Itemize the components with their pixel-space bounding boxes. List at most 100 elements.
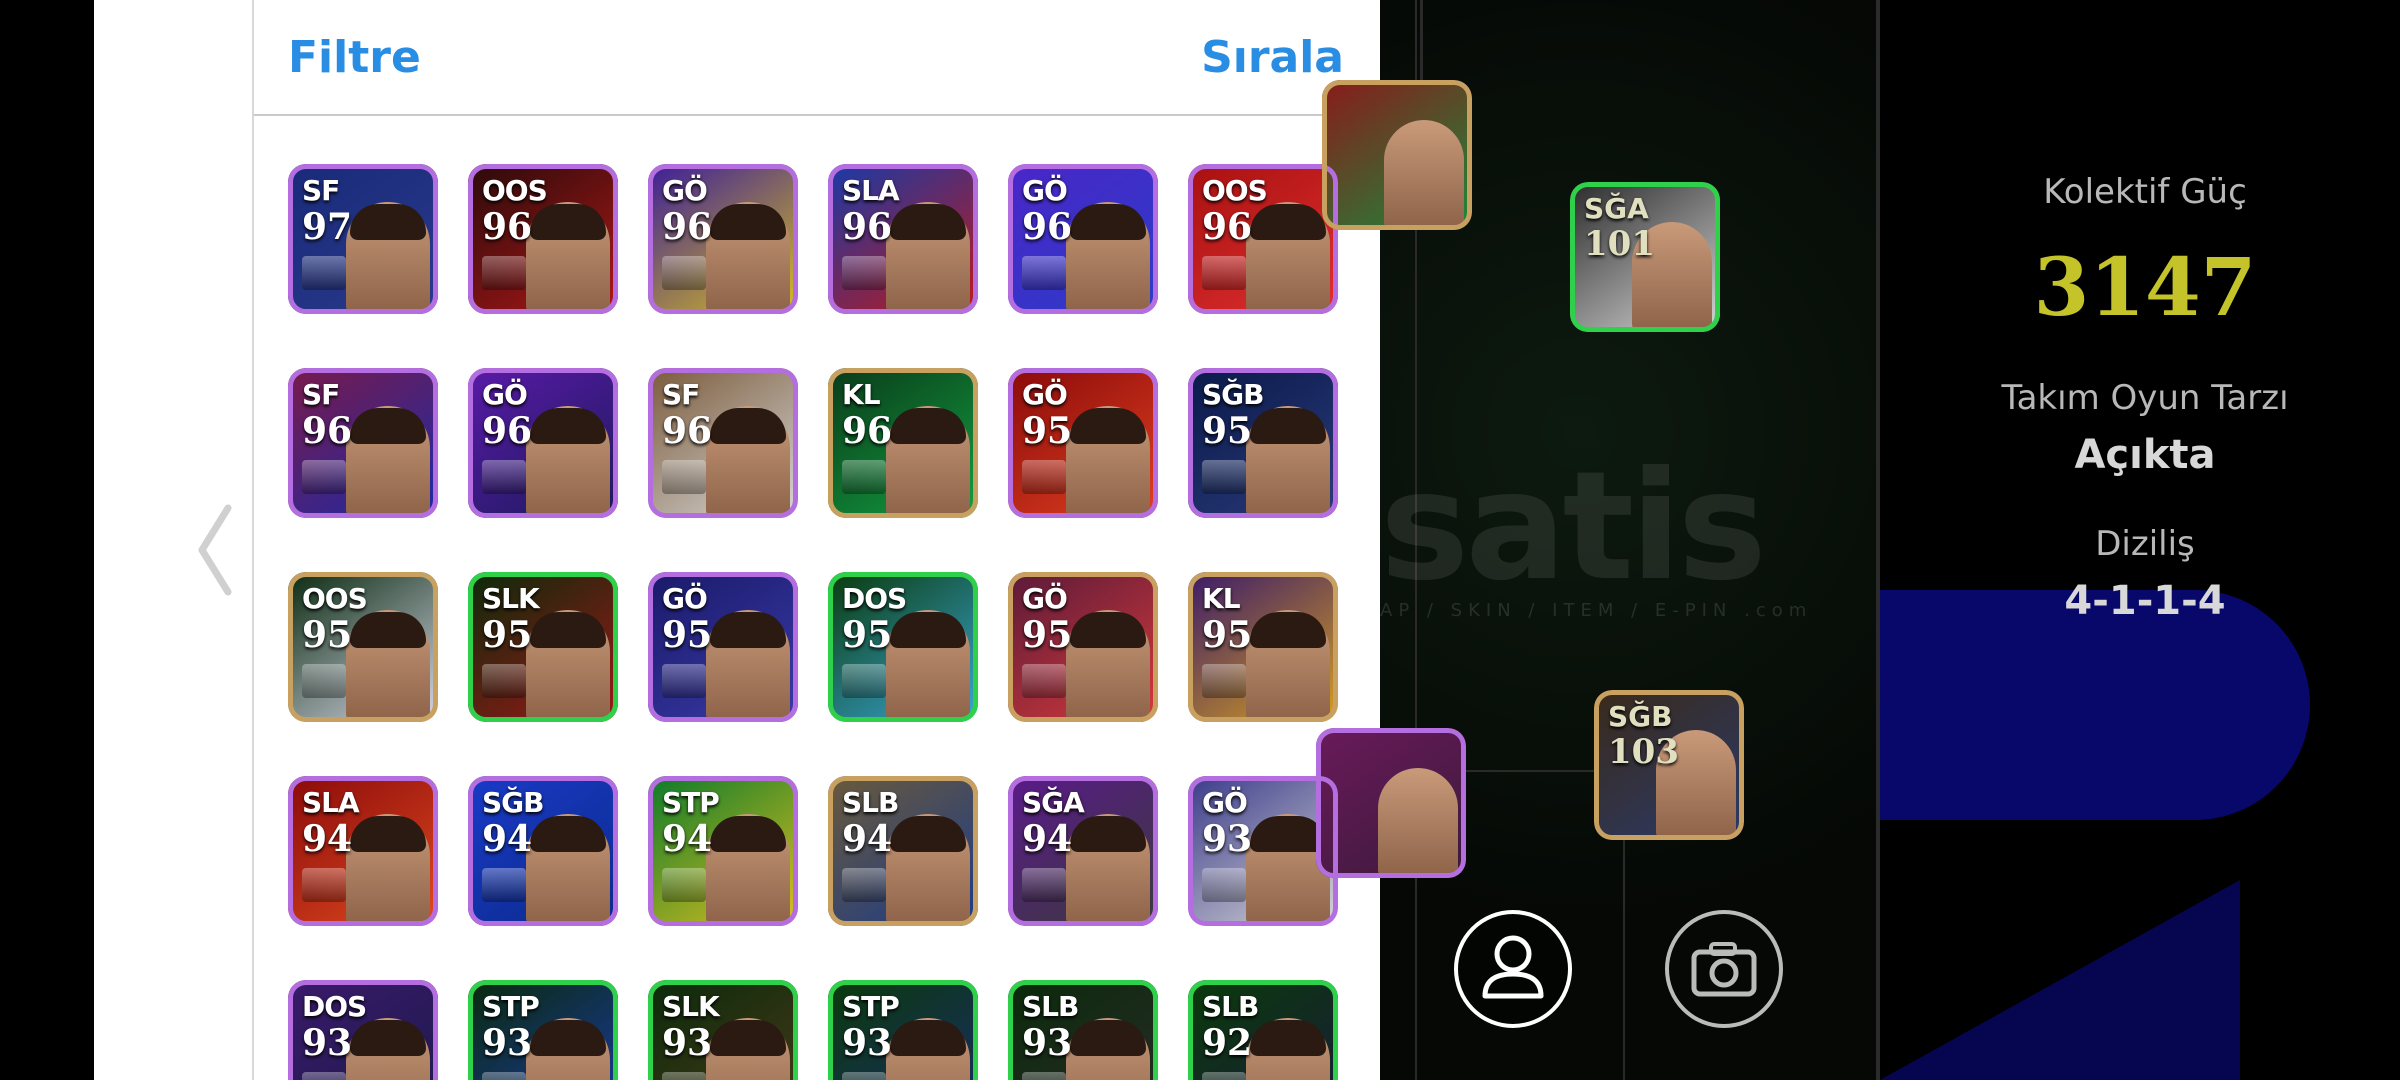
player-card[interactable]: GÖ 96	[1008, 164, 1158, 314]
field-player-card-partial[interactable]	[1316, 728, 1466, 878]
player-position: GÖ	[662, 582, 708, 615]
player-position: GÖ	[1202, 786, 1248, 819]
player-rating: 96	[842, 206, 893, 248]
player-position: STP	[482, 990, 540, 1023]
chevron-left-icon[interactable]	[190, 500, 240, 600]
player-card[interactable]: SLK 95	[468, 572, 618, 722]
player-card[interactable]: SLB 93	[1008, 980, 1158, 1080]
player-card[interactable]: GÖ 95	[1008, 368, 1158, 518]
player-card[interactable]: SLK 93	[648, 980, 798, 1080]
player-card[interactable]: SF 96	[648, 368, 798, 518]
player-card[interactable]: STP 94	[648, 776, 798, 926]
player-card[interactable]: OOS 96	[468, 164, 618, 314]
player-rating: 93	[842, 1022, 893, 1064]
player-portrait	[350, 1020, 426, 1056]
watermark: satis	[1380, 440, 1767, 614]
player-rating: 94	[662, 818, 713, 860]
player-card[interactable]: STP 93	[468, 980, 618, 1080]
player-card[interactable]: KL 96	[828, 368, 978, 518]
player-rating: 96	[482, 206, 533, 248]
player-portrait	[1070, 1020, 1146, 1056]
club-badge-icon	[1022, 460, 1066, 494]
player-portrait	[350, 612, 426, 648]
player-card[interactable]: OOS 96	[1188, 164, 1338, 314]
player-portrait	[1250, 1020, 1326, 1056]
player-rating: 96	[662, 410, 713, 452]
player-portrait	[1070, 816, 1146, 852]
player-rating: 93	[482, 1022, 533, 1064]
player-portrait	[530, 816, 606, 852]
profile-button[interactable]	[1454, 910, 1572, 1028]
decorative-shape	[1880, 590, 2310, 820]
player-rating: 94	[1022, 818, 1073, 860]
player-rating: 93	[1202, 818, 1253, 860]
player-list-panel: Filtre Sırala SF 97 OOS 96 GÖ 96 SLA 96 GÖ 96 OOS 9…	[252, 0, 1380, 1080]
club-badge-icon	[842, 256, 886, 290]
player-rating: 92	[1202, 1022, 1253, 1064]
player-card[interactable]: SĞA 94	[1008, 776, 1158, 926]
player-card[interactable]: GÖ 95	[648, 572, 798, 722]
player-rating: 95	[1022, 614, 1073, 656]
player-card[interactable]: GÖ 96	[648, 164, 798, 314]
player-card[interactable]: SLB 92	[1188, 980, 1338, 1080]
player-portrait	[890, 1020, 966, 1056]
player-portrait	[890, 816, 966, 852]
player-card[interactable]: SLB 94	[828, 776, 978, 926]
player-position: SLK	[662, 990, 720, 1023]
field-player-card[interactable]: SĞB 103	[1594, 690, 1744, 840]
club-badge-icon	[482, 1072, 526, 1080]
player-rating: 96	[1022, 206, 1073, 248]
club-badge-icon	[482, 460, 526, 494]
player-position: GÖ	[1022, 582, 1068, 615]
player-card[interactable]: SĞB 94	[468, 776, 618, 926]
player-rating: 96	[482, 410, 533, 452]
player-card[interactable]: SLA 94	[288, 776, 438, 926]
player-position: SLB	[1202, 990, 1259, 1023]
player-portrait	[530, 204, 606, 240]
player-portrait	[710, 408, 786, 444]
player-position: SLB	[842, 786, 899, 819]
player-portrait	[710, 1020, 786, 1056]
player-rating: 93	[1022, 1022, 1073, 1064]
collective-power-label: Kolektif Güç	[2043, 172, 2247, 212]
club-badge-icon	[842, 664, 886, 698]
player-portrait	[1250, 408, 1326, 444]
field-player-card[interactable]: SĞA 101	[1570, 182, 1720, 332]
filter-button[interactable]: Filtre	[288, 32, 421, 83]
panel-divider	[252, 0, 254, 1080]
player-position: SF	[302, 174, 340, 207]
player-portrait	[350, 816, 426, 852]
player-portrait	[890, 408, 966, 444]
player-card[interactable]: OOS 95	[288, 572, 438, 722]
player-position: GÖ	[1022, 378, 1068, 411]
player-position: GÖ	[1022, 174, 1068, 207]
player-card[interactable]: SLA 96	[828, 164, 978, 314]
field-player-card-partial[interactable]	[1322, 80, 1472, 230]
player-card[interactable]: GÖ 95	[1008, 572, 1158, 722]
player-position: SĞA	[1022, 786, 1085, 819]
club-badge-icon	[662, 868, 706, 902]
player-card[interactable]: SĞB 95	[1188, 368, 1338, 518]
sort-button[interactable]: Sırala	[1201, 32, 1344, 83]
player-portrait	[890, 204, 966, 240]
player-position: SF	[662, 378, 700, 411]
club-badge-icon	[1202, 460, 1246, 494]
player-rating: 95	[1202, 614, 1253, 656]
player-card[interactable]: SF 97	[288, 164, 438, 314]
club-badge-icon	[1022, 868, 1066, 902]
player-card[interactable]: DOS 95	[828, 572, 978, 722]
player-rating: 95	[302, 614, 353, 656]
camera-button[interactable]	[1665, 910, 1783, 1028]
club-badge-icon	[1022, 664, 1066, 698]
player-card[interactable]: SF 96	[288, 368, 438, 518]
person-icon	[1482, 935, 1544, 999]
player-card[interactable]: STP 93	[828, 980, 978, 1080]
player-card[interactable]: KL 95	[1188, 572, 1338, 722]
player-card[interactable]: GÖ 96	[468, 368, 618, 518]
player-card[interactable]: DOS 93	[288, 980, 438, 1080]
club-badge-icon	[302, 664, 346, 698]
player-position: STP	[842, 990, 900, 1023]
club-badge-icon	[302, 460, 346, 494]
watermark-subtitle: AP / SKIN / ITEM / E-PIN .com	[1380, 600, 1813, 621]
club-badge-icon	[302, 1072, 346, 1080]
